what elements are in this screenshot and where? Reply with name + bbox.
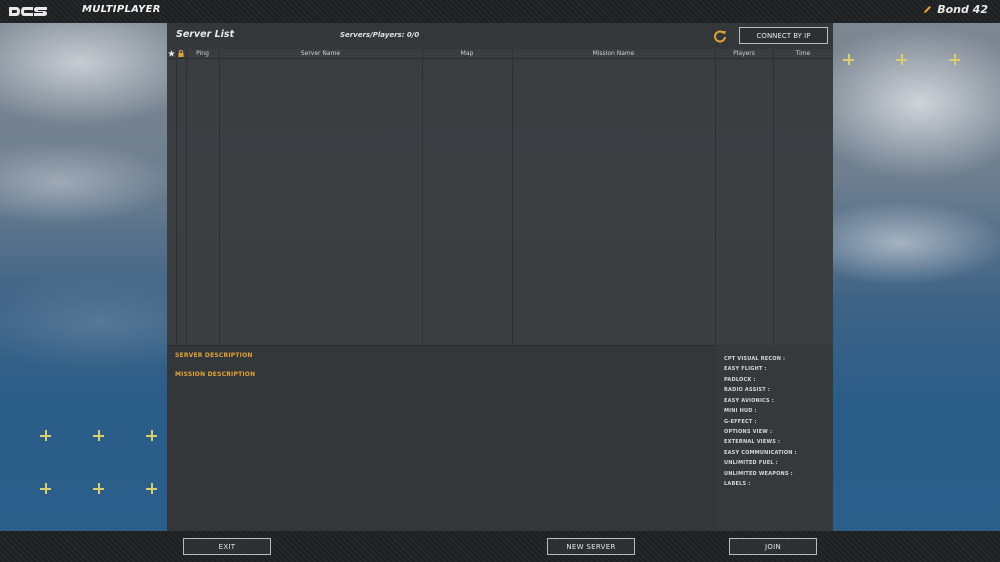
crosshair-icon — [93, 430, 104, 441]
column-divider — [219, 49, 220, 345]
crosshair-icon — [843, 54, 854, 65]
server-table[interactable]: Ping Server Name Map Mission Name Player… — [167, 49, 833, 346]
dcs-logo — [9, 7, 47, 16]
setting-easy-flight: EASY FLIGHT : — [724, 366, 767, 372]
column-divider — [512, 49, 513, 345]
column-map[interactable]: Map — [422, 49, 512, 58]
setting-labels: LABELS : — [724, 481, 751, 487]
crosshair-icon — [40, 483, 51, 494]
mission-description-label: MISSION DESCRIPTION — [175, 371, 256, 378]
server-description-label: SERVER DESCRIPTION — [175, 352, 253, 359]
user-profile[interactable]: Bond 42 — [923, 3, 988, 16]
setting-cpt-visual-recon: CPT VISUAL RECON : — [724, 356, 786, 362]
crosshair-icon — [40, 430, 51, 441]
column-divider — [715, 49, 716, 345]
server-player-count: Servers/Players: 0/0 — [340, 31, 420, 39]
setting-radio-assist: RADIO ASSIST : — [724, 387, 770, 393]
setting-g-effect: G-EFFECT : — [724, 419, 757, 425]
column-server-name[interactable]: Server Name — [219, 49, 422, 58]
screen-title: MULTIPLAYER — [82, 4, 161, 15]
crosshair-icon — [949, 54, 960, 65]
pencil-icon[interactable] — [923, 5, 932, 14]
column-divider — [422, 49, 423, 345]
setting-easy-communication: EASY COMMUNICATION : — [724, 450, 797, 456]
setting-unlimited-fuel: UNLIMITED FUEL : — [724, 460, 778, 466]
setting-options-view: OPTIONS VIEW : — [724, 429, 773, 435]
column-divider — [186, 49, 187, 345]
server-list-panel: Server List Servers/Players: 0/0 CONNECT… — [167, 23, 833, 531]
setting-padlock: PADLOCK : — [724, 377, 756, 383]
setting-easy-avionics: EASY AVIONICS : — [724, 398, 774, 404]
column-time[interactable]: Time — [773, 49, 833, 58]
column-ping[interactable]: Ping — [186, 49, 219, 58]
new-server-button[interactable]: NEW SERVER — [547, 538, 635, 555]
setting-unlimited-weapons: UNLIMITED WEAPONS : — [724, 471, 793, 477]
column-divider — [773, 49, 774, 345]
setting-mini-hud: MINI HUD : — [724, 408, 757, 414]
bottom-bar — [0, 531, 1000, 562]
favorite-star-icon[interactable] — [168, 50, 175, 57]
lock-icon[interactable] — [178, 50, 184, 57]
setting-external-views: EXTERNAL VIEWS : — [724, 439, 781, 445]
table-header: Ping Server Name Map Mission Name Player… — [167, 49, 833, 58]
join-button[interactable]: JOIN — [729, 538, 817, 555]
connect-by-ip-button[interactable]: CONNECT BY IP — [739, 27, 828, 44]
username: Bond 42 — [937, 3, 988, 16]
server-settings-list: CPT VISUAL RECON : EASY FLIGHT : PADLOCK… — [715, 345, 833, 531]
header-divider — [167, 58, 833, 59]
exit-button[interactable]: EXIT — [183, 538, 271, 555]
column-players[interactable]: Players — [715, 49, 773, 58]
refresh-icon[interactable] — [713, 29, 727, 43]
column-divider — [176, 49, 177, 345]
crosshair-icon — [146, 483, 157, 494]
crosshair-icon — [146, 430, 157, 441]
crosshair-icon — [93, 483, 104, 494]
top-bar: MULTIPLAYER Bond 42 — [0, 0, 1000, 23]
crosshair-icon — [896, 54, 907, 65]
column-mission-name[interactable]: Mission Name — [512, 49, 715, 58]
panel-title: Server List — [176, 29, 235, 40]
